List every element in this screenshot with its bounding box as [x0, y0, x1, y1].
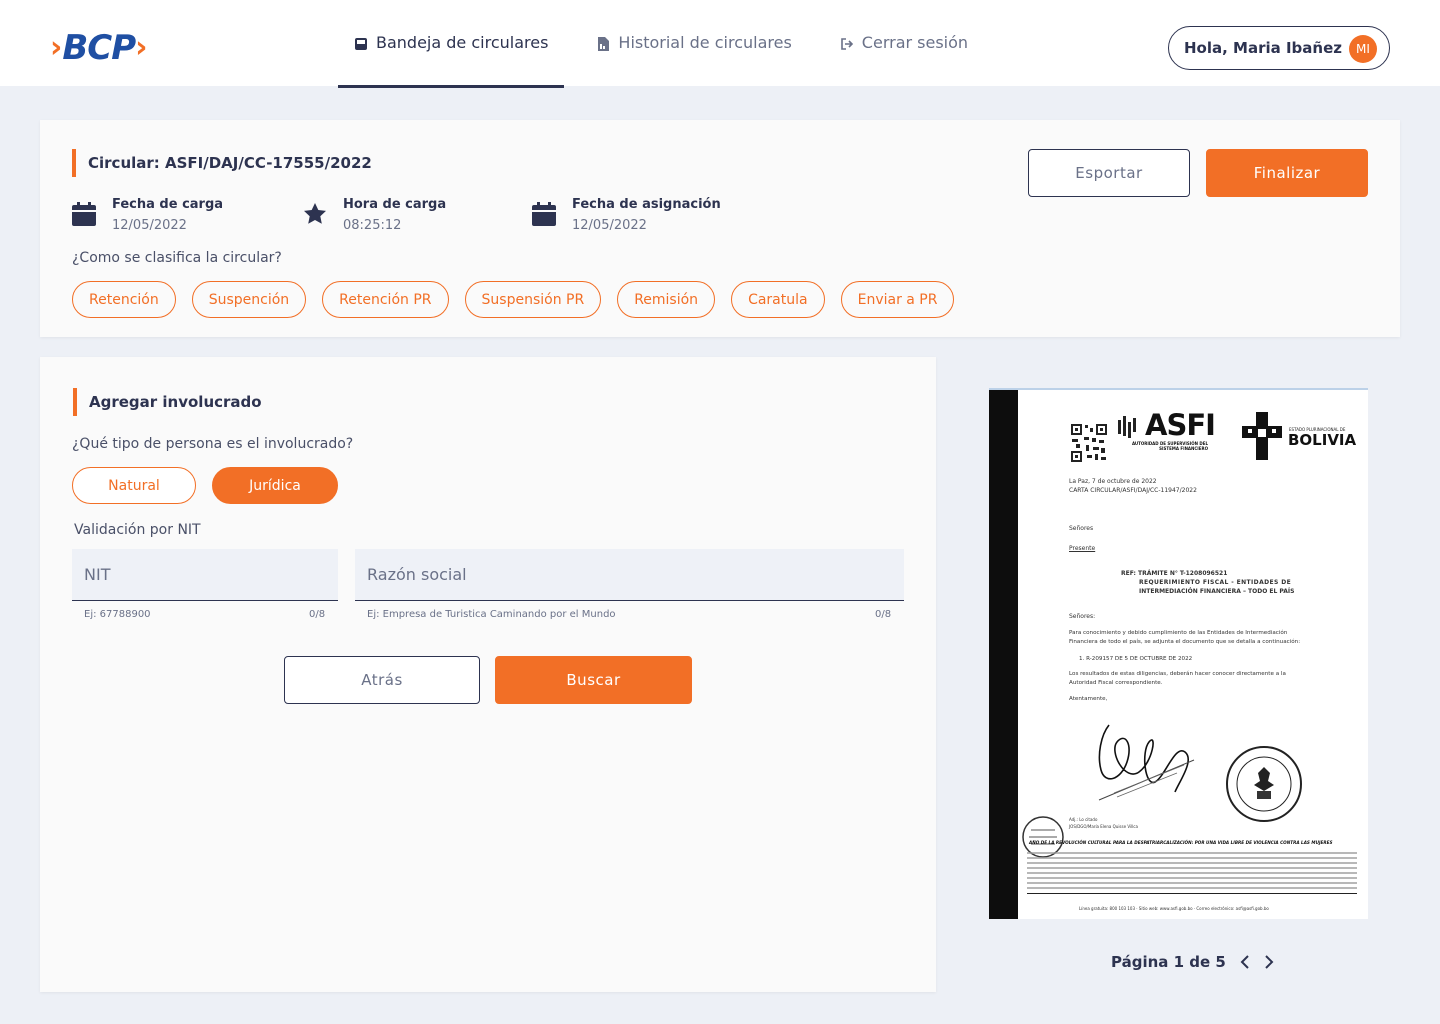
- razon-social-input[interactable]: [367, 565, 904, 584]
- doc-senores: Señores: [1069, 525, 1094, 532]
- circular-title: Circular: ASFI/DAJ/CC-17555/2022: [72, 149, 372, 177]
- nav-historial[interactable]: Historial de circulares: [580, 0, 807, 88]
- classification-question: ¿Como se clasifica la circular?: [72, 250, 282, 266]
- type-juridica-button[interactable]: Jurídica: [212, 467, 338, 504]
- doc-body-3: Los resultados de estas diligencias, deb…: [1069, 671, 1286, 677]
- export-button[interactable]: Esportar: [1028, 149, 1190, 197]
- avatar: MI: [1349, 35, 1377, 63]
- nav-logout[interactable]: Cerrar sesión: [824, 0, 984, 88]
- star-icon: [303, 202, 327, 226]
- doc-date: La Paz, 7 de octubre de 2022: [1069, 478, 1157, 485]
- chip-suspension-pr[interactable]: Suspensión PR: [464, 281, 602, 318]
- nit-counter: 0/8: [309, 609, 326, 620]
- meta-value: 12/05/2022: [572, 218, 647, 233]
- asfi-text: ASFI: [1145, 408, 1216, 442]
- doc-presente: Presente: [1069, 545, 1096, 552]
- bolivia-text: BOLIVIA: [1288, 431, 1357, 449]
- doc-footer-web: Línea gratuita: 800 103 103 · Sitio web:…: [1079, 906, 1269, 911]
- bolivia-emblem-icon: [1242, 412, 1282, 460]
- chip-suspencion[interactable]: Suspención: [191, 281, 307, 318]
- page-indicator: Página 1 de 5: [1111, 953, 1226, 971]
- signature-image: [1098, 724, 1195, 801]
- doc-senores-2: Señores:: [1069, 613, 1096, 620]
- meta-hora-carga: Hora de carga 08:25:12: [303, 196, 446, 235]
- doc-ref2: REQUERIMIENTO FISCAL - ENTIDADES DE: [1139, 579, 1292, 586]
- circular-card: Circular: ASFI/DAJ/CC-17555/2022 Fecha d…: [40, 120, 1400, 337]
- document-pager: Página 1 de 5: [1111, 952, 1274, 972]
- logo-chevron-right: ›: [135, 30, 148, 65]
- main-nav: Bandeja de circulares Historial de circu…: [338, 0, 984, 88]
- chip-caratula[interactable]: Caratula: [731, 281, 825, 318]
- meta-label: Hora de carga: [343, 197, 447, 212]
- nav-logout-label: Cerrar sesión: [861, 32, 969, 52]
- doc-body-4: Autoridad Fiscal correspondiente.: [1069, 680, 1163, 686]
- finish-button[interactable]: Finalizar: [1206, 149, 1368, 197]
- involucrado-title: Agregar involucrado: [73, 388, 262, 416]
- chevron-left-icon[interactable]: [1240, 954, 1250, 970]
- qr-code-icon: [1070, 423, 1108, 463]
- asfi-subtitle: AUTORIDAD DE SUPERVISIÓN DEL SISTEMA FIN…: [1131, 441, 1208, 451]
- official-stamp-icon: [1226, 746, 1302, 822]
- circular-title-text: Circular: ASFI/DAJ/CC-17555/2022: [88, 154, 372, 172]
- accent-bar: [72, 149, 76, 177]
- meta-fecha-asignacion: Fecha de asignación 12/05/2022: [532, 196, 721, 235]
- bcp-logo[interactable]: › BCP ›: [50, 30, 148, 66]
- nit-hint: Ej: 67788900: [84, 609, 151, 620]
- nit-field-wrapper: [72, 549, 338, 601]
- calendar-icon: [72, 202, 96, 226]
- doc-footer-lines: [1027, 849, 1357, 899]
- asfi-mark-icon: [1118, 416, 1136, 438]
- validation-label: Validación por NIT: [74, 522, 201, 538]
- involucrado-title-text: Agregar involucrado: [89, 393, 262, 411]
- nav-bandeja[interactable]: Bandeja de circulares: [338, 0, 565, 88]
- nav-bandeja-label: Bandeja de circulares: [376, 32, 549, 52]
- doc-footer-title: AÑO DE LA REVOLUCIÓN CULTURAL PARA LA DE…: [1029, 840, 1333, 845]
- chip-enviar-pr[interactable]: Enviar a PR: [840, 281, 955, 318]
- type-natural-button[interactable]: Natural: [72, 467, 196, 504]
- scan-edge: [989, 390, 1018, 919]
- classification-chips: Retención Suspención Retención PR Suspen…: [72, 281, 970, 318]
- meta-fecha-carga: Fecha de carga 12/05/2022: [72, 196, 223, 235]
- meta-label: Fecha de asignación: [572, 197, 721, 212]
- doc-body-2: Financiera de todo el país, se adjunta e…: [1069, 639, 1301, 645]
- razon-social-field-wrapper: [355, 549, 904, 601]
- involucrado-card: Agregar involucrado ¿Qué tipo de persona…: [40, 357, 936, 992]
- razon-counter: 0/8: [875, 609, 892, 620]
- doc-item-1: 1. R-209157 DE 5 DE OCTUBRE DE 2022: [1079, 656, 1193, 662]
- back-button[interactable]: Atrás: [284, 656, 480, 704]
- doc-ref1: REF: TRÁMITE N° T-1208096521: [1121, 570, 1228, 577]
- nit-input[interactable]: [84, 565, 338, 584]
- document-icon: [596, 37, 610, 51]
- search-button[interactable]: Buscar: [495, 656, 692, 704]
- inbox-icon: [354, 37, 368, 51]
- chip-retencion-pr[interactable]: Retención PR: [322, 281, 449, 318]
- chevron-right-icon[interactable]: [1264, 954, 1274, 970]
- chip-retencion[interactable]: Retención: [72, 281, 176, 318]
- doc-body-1: Para conocimiento y debido cumplimiento …: [1069, 630, 1288, 636]
- doc-ref3: INTERMEDIACIÓN FINANCIERA – TODO EL PAÍS: [1139, 588, 1295, 595]
- meta-value: 12/05/2022: [112, 218, 187, 233]
- logout-icon: [840, 37, 854, 51]
- razon-hint: Ej: Empresa de Turistica Caminando por e…: [367, 609, 616, 620]
- doc-reference: CARTA CIRCULAR/ASFI/DAJ/CC-11947/2022: [1069, 487, 1197, 494]
- doc-initials: Adj.: Lo citado: [1069, 817, 1098, 822]
- meta-value: 08:25:12: [343, 218, 402, 233]
- user-menu[interactable]: Hola, Maria Ibañez MI: [1168, 26, 1390, 70]
- calendar-icon: [532, 202, 556, 226]
- logo-chevron-left: ›: [50, 30, 63, 65]
- user-greeting: Hola, Maria Ibañez: [1184, 39, 1342, 57]
- doc-closing: Atentamente,: [1069, 696, 1108, 702]
- document-preview[interactable]: ASFI AUTORIDAD DE SUPERVISIÓN DEL SISTEM…: [989, 388, 1368, 919]
- logo-text: BCP: [62, 28, 136, 68]
- doc-initials-2: JOS/DGO/María Elena Quisse Villca: [1069, 824, 1138, 829]
- accent-bar: [73, 388, 77, 416]
- person-type-question: ¿Qué tipo de persona es el involucrado?: [72, 436, 354, 452]
- top-header: › BCP › Bandeja de circulares Historial …: [0, 0, 1440, 88]
- nav-historial-label: Historial de circulares: [618, 32, 792, 52]
- chip-remision[interactable]: Remisión: [617, 281, 716, 318]
- meta-label: Fecha de carga: [112, 197, 224, 212]
